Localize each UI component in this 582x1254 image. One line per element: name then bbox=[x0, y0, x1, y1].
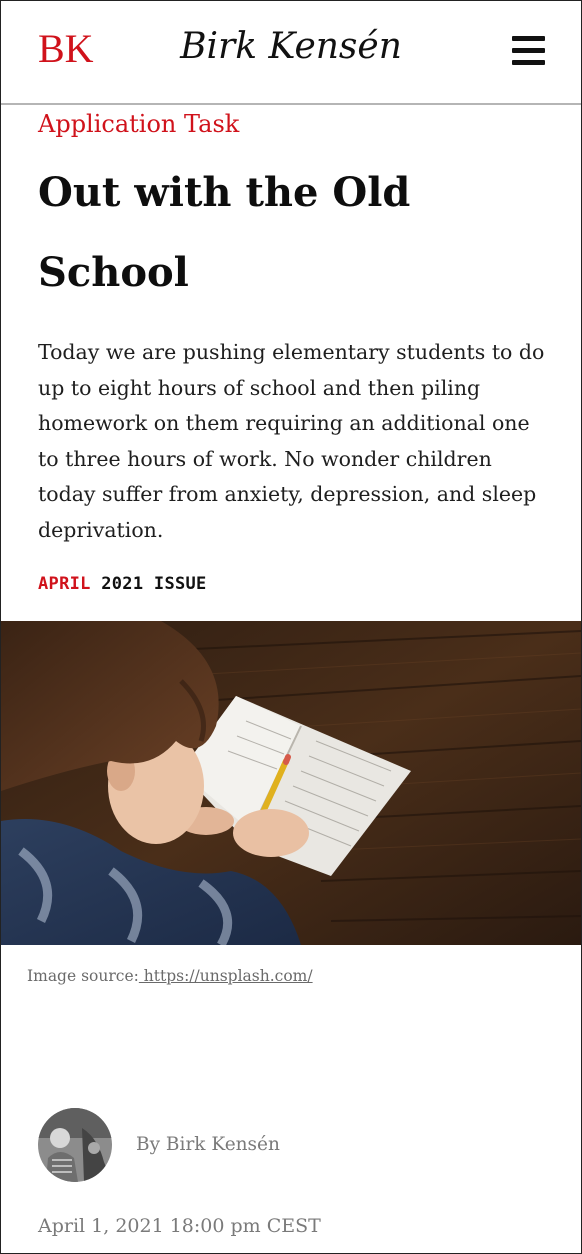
menu-bar bbox=[512, 60, 545, 65]
issue-year: 2021 ISSUE bbox=[101, 574, 207, 594]
issue-label: APRIL 2021 ISSUE bbox=[38, 574, 207, 594]
site-header: BK Birk Kensén bbox=[1, 1, 581, 105]
category-link[interactable]: Application Task bbox=[38, 110, 239, 139]
image-caption: Image source: https://unsplash.com/ bbox=[27, 967, 313, 985]
page-frame: BK Birk Kensén Application Task Out with… bbox=[0, 0, 582, 1254]
publish-date: April 1, 2021 18:00 pm CEST bbox=[38, 1215, 321, 1237]
menu-bar bbox=[512, 48, 545, 53]
author-byline: By Birk Kensén bbox=[136, 1134, 280, 1155]
avatar-image bbox=[38, 1108, 112, 1182]
hero-illustration bbox=[1, 621, 581, 945]
caption-prefix: Image source: bbox=[27, 967, 139, 985]
issue-month: APRIL bbox=[38, 574, 91, 594]
site-title-link[interactable]: Birk Kensén bbox=[1, 27, 581, 67]
article-lede: Today we are pushing elementary students… bbox=[38, 340, 545, 542]
article-title: Out with the Old School bbox=[38, 169, 411, 296]
caption-source-link[interactable]: https://unsplash.com/ bbox=[139, 967, 313, 985]
author-avatar[interactable] bbox=[38, 1108, 112, 1182]
hamburger-menu-icon[interactable] bbox=[512, 35, 546, 65]
hero-image bbox=[1, 621, 581, 945]
menu-bar bbox=[512, 36, 545, 41]
